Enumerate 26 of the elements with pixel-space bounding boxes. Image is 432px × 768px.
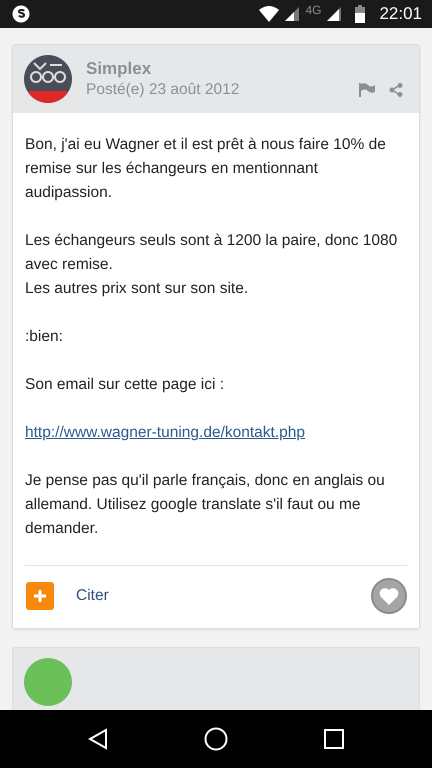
avatar-icon[interactable]: [24, 55, 72, 103]
battery-icon: [355, 5, 366, 23]
clock: 22:01: [379, 4, 422, 24]
back-icon[interactable]: [88, 728, 108, 750]
post-date: Posté(e) 23 août 2012: [86, 81, 240, 99]
share-icon[interactable]: [389, 83, 403, 97]
plus-icon: [34, 590, 46, 602]
skype-icon: [12, 5, 30, 23]
post-text: Son email sur cette page ici :: [25, 375, 226, 395]
quote-link[interactable]: Citer: [76, 587, 349, 605]
website-link[interactable]: http://www.wagner-tuning.de/kontakt.php: [25, 421, 306, 445]
wifi-icon: [259, 6, 280, 22]
network-label: 4G: [305, 3, 322, 17]
post-text: Bon, j'ai eu Wagner et il est prêt à nous faire 10% de remise sur les échangeurs en mentionnant audipassion.: [25, 135, 387, 203]
heart-icon: [379, 587, 399, 605]
flag-icon[interactable]: [359, 83, 375, 97]
like-button[interactable]: [371, 578, 407, 614]
post-text: Les échangeurs seuls sont à 1200 la paire, donc 1080 avec remise.: [25, 231, 398, 275]
post-text: Je pense pas qu'il parle français, donc en anglais ou allemand. Utilisez google translate s'il faut ou me demander.: [25, 471, 386, 539]
home-icon[interactable]: [204, 727, 228, 751]
post-text: Les autres prix sont sur son site.: [25, 279, 250, 299]
signal-icon: [327, 7, 342, 21]
signal-icon: [285, 7, 300, 21]
recent-apps-icon[interactable]: [324, 729, 344, 749]
add-button[interactable]: [26, 582, 54, 610]
post-text: :bien:: [25, 327, 64, 347]
